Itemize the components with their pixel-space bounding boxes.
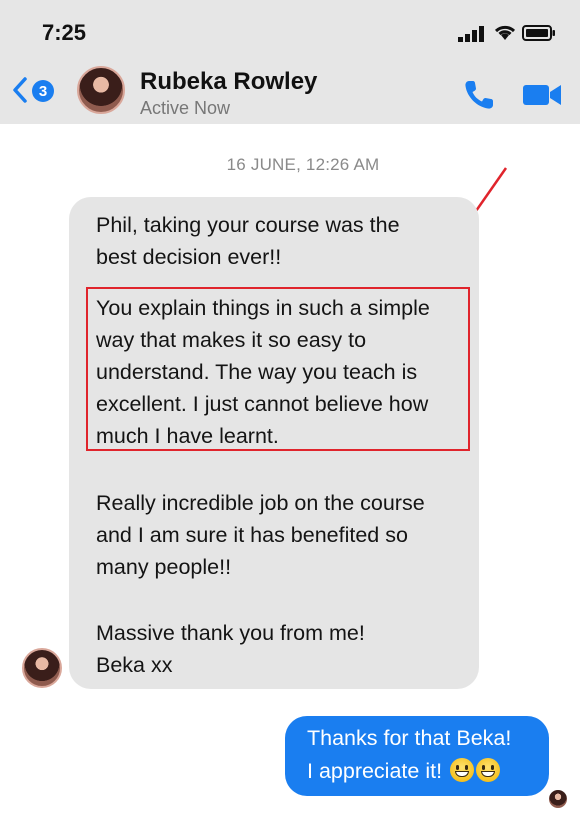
status-bar: 7:25 xyxy=(0,0,580,58)
read-receipt-avatar xyxy=(549,790,567,808)
message-paragraph: Massive thank you from me! Beka xx xyxy=(96,621,365,677)
grinning-face-emoji-icon xyxy=(476,758,501,782)
wifi-icon xyxy=(494,25,516,40)
phone-icon[interactable] xyxy=(462,78,496,112)
conversation-header: 3 Rubeka Rowley Active Now xyxy=(0,58,580,124)
cellular-signal-icon xyxy=(458,26,484,42)
battery-icon xyxy=(522,25,555,41)
outgoing-message-line: Thanks for that Beka! xyxy=(307,726,512,750)
outgoing-message-bubble[interactable]: Thanks for that Beka! I appreciate it! xyxy=(285,716,549,796)
contact-avatar[interactable] xyxy=(77,66,125,114)
incoming-message-bubble[interactable]: Phil, taking your course was the best de… xyxy=(69,197,479,689)
message-paragraph: Phil, taking your course was the best de… xyxy=(96,213,400,269)
outgoing-message-line-2: I appreciate it! xyxy=(307,758,501,784)
sender-avatar[interactable] xyxy=(22,648,62,688)
unread-count-badge: 3 xyxy=(32,80,54,102)
status-time: 7:25 xyxy=(42,20,87,45)
video-camera-icon[interactable] xyxy=(522,82,562,108)
contact-status: Active Now xyxy=(140,98,231,118)
message-paragraph: Really incredible job on the course and … xyxy=(96,491,425,579)
outgoing-message-text: I appreciate it! xyxy=(307,759,443,783)
contact-name[interactable]: Rubeka Rowley xyxy=(140,68,317,96)
back-button[interactable]: 3 xyxy=(10,70,62,110)
grinning-face-emoji-icon xyxy=(450,758,475,782)
chevron-left-icon xyxy=(13,77,27,103)
message-paragraph-highlighted: You explain things in such a simple way … xyxy=(96,296,430,448)
